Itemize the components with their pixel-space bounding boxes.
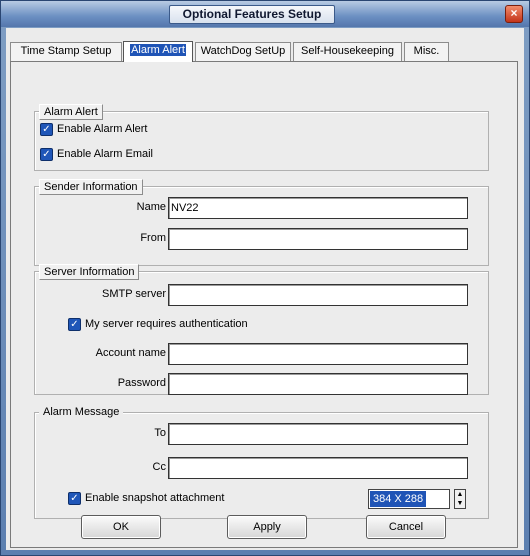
tab-misc[interactable]: Misc.	[404, 42, 449, 61]
alarm-alert-group: Alarm Alert ✓ Enable Alarm Alert ✓ Enabl…	[34, 104, 489, 171]
ok-button[interactable]: OK	[81, 515, 161, 539]
optional-features-window: Optional Features Setup × Time Stamp Set…	[0, 0, 530, 556]
cancel-button[interactable]: Cancel	[366, 515, 446, 539]
enable-alarm-email-checkbox[interactable]: ✓	[40, 148, 53, 161]
snapshot-attachment-label: Enable snapshot attachment	[85, 492, 225, 504]
sender-information-legend: Sender Information	[39, 179, 143, 195]
tab-label: Self-Housekeeping	[301, 45, 394, 57]
alarm-alert-legend: Alarm Alert	[39, 104, 103, 120]
tab-self-housekeeping[interactable]: Self-Housekeeping	[293, 42, 402, 61]
to-label: To	[154, 427, 166, 439]
server-information-group: Server Information SMTP server ✓ My serv…	[34, 264, 489, 395]
sender-information-group: Sender Information Name NV22 From	[34, 179, 489, 266]
alarm-message-group: Alarm Message To Cc ✓ Enable snapshot at…	[34, 405, 489, 519]
cc-label: Cc	[152, 461, 166, 473]
spin-down-icon[interactable]: ▼	[455, 499, 465, 508]
tab-label: WatchDog SetUp	[200, 45, 286, 57]
tab-time-stamp-setup[interactable]: Time Stamp Setup	[10, 42, 122, 61]
window-title: Optional Features Setup	[169, 5, 335, 24]
close-icon[interactable]: ×	[505, 5, 523, 23]
tab-label: Misc.	[413, 45, 440, 57]
password-label: Password	[117, 377, 166, 389]
server-information-legend: Server Information	[39, 264, 140, 280]
snapshot-resolution-select[interactable]: 384 X 288	[368, 489, 450, 509]
enable-alarm-alert-checkbox[interactable]: ✓	[40, 123, 53, 136]
tab-label: Alarm Alert	[130, 44, 186, 56]
tab-alarm-alert[interactable]: Alarm Alert	[123, 41, 193, 62]
name-field[interactable]: NV22	[168, 197, 468, 219]
from-label: From	[140, 232, 166, 244]
title-bar[interactable]: Optional Features Setup ×	[1, 1, 529, 27]
resolution-spinner[interactable]: ▲ ▼	[454, 489, 466, 509]
dialog-client: Time Stamp Setup Alarm Alert WatchDog Se…	[6, 28, 524, 550]
enable-alarm-email-label: Enable Alarm Email	[57, 148, 153, 160]
snapshot-attachment-checkbox[interactable]: ✓	[68, 492, 81, 505]
server-auth-checkbox[interactable]: ✓	[68, 318, 81, 331]
account-name-label: Account name	[95, 347, 166, 359]
password-field[interactable]	[168, 373, 468, 395]
spin-up-icon[interactable]: ▲	[455, 490, 465, 499]
alarm-alert-panel: Alarm Alert ✓ Enable Alarm Alert ✓ Enabl…	[10, 61, 518, 548]
alarm-message-legend: Alarm Message	[39, 405, 124, 421]
name-label: Name	[136, 201, 166, 213]
smtp-server-field[interactable]	[168, 284, 468, 306]
snapshot-resolution-value: 384 X 288	[370, 491, 427, 507]
cc-field[interactable]	[168, 457, 468, 479]
tab-label: Time Stamp Setup	[20, 45, 112, 57]
from-field[interactable]	[168, 228, 468, 250]
account-name-field[interactable]	[168, 343, 468, 365]
to-field[interactable]	[168, 423, 468, 445]
smtp-server-label: SMTP server	[102, 288, 166, 300]
apply-button[interactable]: Apply	[227, 515, 307, 539]
enable-alarm-alert-label: Enable Alarm Alert	[57, 123, 148, 135]
tab-watchdog-setup[interactable]: WatchDog SetUp	[195, 42, 291, 61]
server-auth-label: My server requires authentication	[85, 318, 248, 330]
